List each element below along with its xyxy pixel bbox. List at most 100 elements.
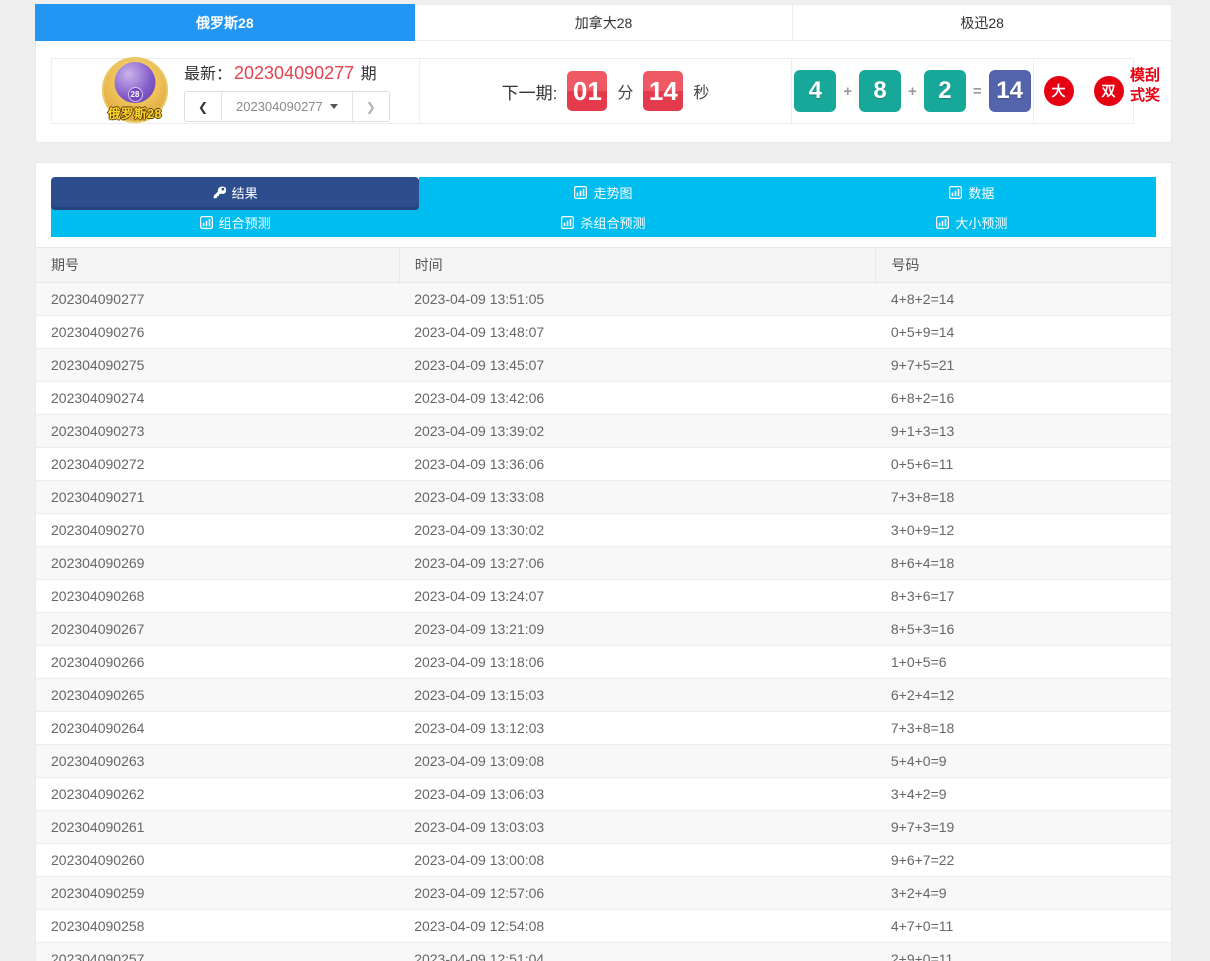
table-row: 202304090257 2023-04-09 12:51:04 2+9+0=1… xyxy=(36,943,1171,961)
countdown-seconds: 14 xyxy=(643,71,683,111)
cell-time: 2023-04-09 13:27:06 xyxy=(399,547,876,580)
nav-tab-trend-chart[interactable]: 走势图 xyxy=(419,177,787,207)
column-header-numbers: 号码 xyxy=(876,248,1171,283)
nav-tab-data[interactable]: 数据 xyxy=(788,177,1156,207)
tab-canada28[interactable]: 加拿大28 xyxy=(415,4,794,41)
cell-period: 202304090276 xyxy=(36,316,399,349)
lottery-header-panel: 28 俄罗斯28 最新：202304090277 期 ❮ 20230409027… xyxy=(35,41,1172,143)
latest-line: 最新：202304090277 期 xyxy=(184,60,390,84)
cell-time: 2023-04-09 13:00:08 xyxy=(399,844,876,877)
nav-tab-label: 大小预测 xyxy=(955,213,1007,232)
table-row: 202304090263 2023-04-09 13:09:08 5+4+0=9 xyxy=(36,745,1171,778)
next-period-button[interactable]: ❯ xyxy=(352,92,389,121)
column-header-time: 时间 xyxy=(399,248,876,283)
page-content: 俄罗斯28 加拿大28 极迅28 28 俄罗斯28 最新：20230409027… xyxy=(35,0,1172,961)
cell-time: 2023-04-09 12:51:04 xyxy=(399,943,876,961)
prev-period-button[interactable]: ❮ xyxy=(185,92,222,121)
nav-tab-label: 组合预测 xyxy=(219,213,271,232)
tab-jixun28[interactable]: 极迅28 xyxy=(793,4,1172,41)
bar-chart-icon xyxy=(936,216,949,229)
cell-period: 202304090264 xyxy=(36,712,399,745)
cell-numbers: 0+5+9=14 xyxy=(876,316,1171,349)
countdown-seconds-unit: 秒 xyxy=(693,79,709,103)
nav-tab-label: 杀组合预测 xyxy=(580,213,645,232)
latest-suffix: 期 xyxy=(361,66,377,83)
cell-numbers: 3+4+2=9 xyxy=(876,778,1171,811)
lottery-header-inner: 28 俄罗斯28 最新：202304090277 期 ❮ 20230409027… xyxy=(51,58,1134,124)
table-row: 202304090261 2023-04-09 13:03:03 9+7+3=1… xyxy=(36,811,1171,844)
bar-chart-icon xyxy=(574,186,587,199)
column-header-period: 期号 xyxy=(36,248,399,283)
cell-period: 202304090269 xyxy=(36,547,399,580)
cell-period: 202304090274 xyxy=(36,382,399,415)
bar-chart-icon xyxy=(561,216,574,229)
cell-numbers: 8+5+3=16 xyxy=(876,613,1171,646)
key-icon xyxy=(213,186,226,199)
countdown-minutes-unit: 分 xyxy=(617,79,633,103)
result-numbers-section: 4 + 8 + 2 = 14 xyxy=(792,59,1034,123)
table-row: 202304090269 2023-04-09 13:27:06 8+6+4=1… xyxy=(36,547,1171,580)
nav-tab-label: 结果 xyxy=(232,183,258,202)
nav-tab-results[interactable]: 结果 xyxy=(51,177,419,207)
cell-numbers: 2+9+0=11 xyxy=(876,943,1171,961)
lottery-ball-icon: 28 xyxy=(115,62,156,103)
bar-chart-icon xyxy=(200,216,213,229)
cell-numbers: 0+5+6=11 xyxy=(876,448,1171,481)
cell-time: 2023-04-09 12:54:08 xyxy=(399,910,876,943)
game-tab-bar: 俄罗斯28 加拿大28 极迅28 xyxy=(35,4,1172,41)
period-dropdown[interactable]: 202304090277 xyxy=(222,92,352,121)
cell-period: 202304090272 xyxy=(36,448,399,481)
big-badge: 大 xyxy=(1044,76,1074,106)
cell-numbers: 8+3+6=17 xyxy=(876,580,1171,613)
table-row: 202304090271 2023-04-09 13:33:08 7+3+8=1… xyxy=(36,481,1171,514)
cell-time: 2023-04-09 13:09:08 xyxy=(399,745,876,778)
table-row: 202304090275 2023-04-09 13:45:07 9+7+5=2… xyxy=(36,349,1171,382)
nav-tab-label: 走势图 xyxy=(593,183,632,202)
equals-sign: = xyxy=(973,83,982,100)
cell-time: 2023-04-09 13:18:06 xyxy=(399,646,876,679)
results-table-header: 期号 时间 号码 xyxy=(36,248,1171,283)
cell-numbers: 8+6+4=18 xyxy=(876,547,1171,580)
cell-period: 202304090263 xyxy=(36,745,399,778)
cell-time: 2023-04-09 13:42:06 xyxy=(399,382,876,415)
results-panel: 结果 走势图 数据 组合预测 xyxy=(35,162,1172,961)
lottery-info-section: 28 俄罗斯28 最新：202304090277 期 ❮ 20230409027… xyxy=(52,59,420,123)
table-row: 202304090258 2023-04-09 12:54:08 4+7+0=1… xyxy=(36,910,1171,943)
cell-time: 2023-04-09 13:36:06 xyxy=(399,448,876,481)
cell-numbers: 9+1+3=13 xyxy=(876,415,1171,448)
nav-tab-bigsmall-prediction[interactable]: 大小预测 xyxy=(788,207,1156,237)
cell-period: 202304090277 xyxy=(36,283,399,316)
cell-numbers: 5+4+0=9 xyxy=(876,745,1171,778)
cell-period: 202304090270 xyxy=(36,514,399,547)
cell-period: 202304090266 xyxy=(36,646,399,679)
tab-russia28[interactable]: 俄罗斯28 xyxy=(35,4,415,41)
nav-tab-kill-combo-prediction[interactable]: 杀组合预测 xyxy=(419,207,787,237)
cell-period: 202304090271 xyxy=(36,481,399,514)
table-row: 202304090265 2023-04-09 13:15:03 6+2+4=1… xyxy=(36,679,1171,712)
table-row: 202304090273 2023-04-09 13:39:02 9+1+3=1… xyxy=(36,415,1171,448)
nav-tab-combo-prediction[interactable]: 组合预测 xyxy=(51,207,419,237)
cell-time: 2023-04-09 12:57:06 xyxy=(399,877,876,910)
cell-period: 202304090262 xyxy=(36,778,399,811)
cell-time: 2023-04-09 13:30:02 xyxy=(399,514,876,547)
cell-period: 202304090275 xyxy=(36,349,399,382)
table-row: 202304090270 2023-04-09 13:30:02 3+0+9=1… xyxy=(36,514,1171,547)
latest-block: 最新：202304090277 期 ❮ 202304090277 ❯ xyxy=(184,60,390,122)
countdown-label: 下一期: xyxy=(502,79,558,104)
plus-sign: + xyxy=(908,83,917,100)
cell-period: 202304090273 xyxy=(36,415,399,448)
cell-time: 2023-04-09 13:03:03 xyxy=(399,811,876,844)
cell-period: 202304090267 xyxy=(36,613,399,646)
table-row: 202304090260 2023-04-09 13:00:08 9+6+7=2… xyxy=(36,844,1171,877)
countdown-section: 下一期: 01 分 14 秒 xyxy=(420,59,792,123)
scratch-mode-link[interactable]: 刮奖模式 xyxy=(1129,66,1159,117)
cell-period: 202304090268 xyxy=(36,580,399,613)
cell-numbers: 1+0+5=6 xyxy=(876,646,1171,679)
nav-tab-label: 数据 xyxy=(968,183,994,202)
spacer xyxy=(35,143,1172,162)
result-attribute-section: 大 双 xyxy=(1034,59,1133,123)
result-number-1: 4 xyxy=(794,70,836,112)
cell-numbers: 9+7+5=21 xyxy=(876,349,1171,382)
cell-numbers: 9+7+3=19 xyxy=(876,811,1171,844)
cell-period: 202304090265 xyxy=(36,679,399,712)
